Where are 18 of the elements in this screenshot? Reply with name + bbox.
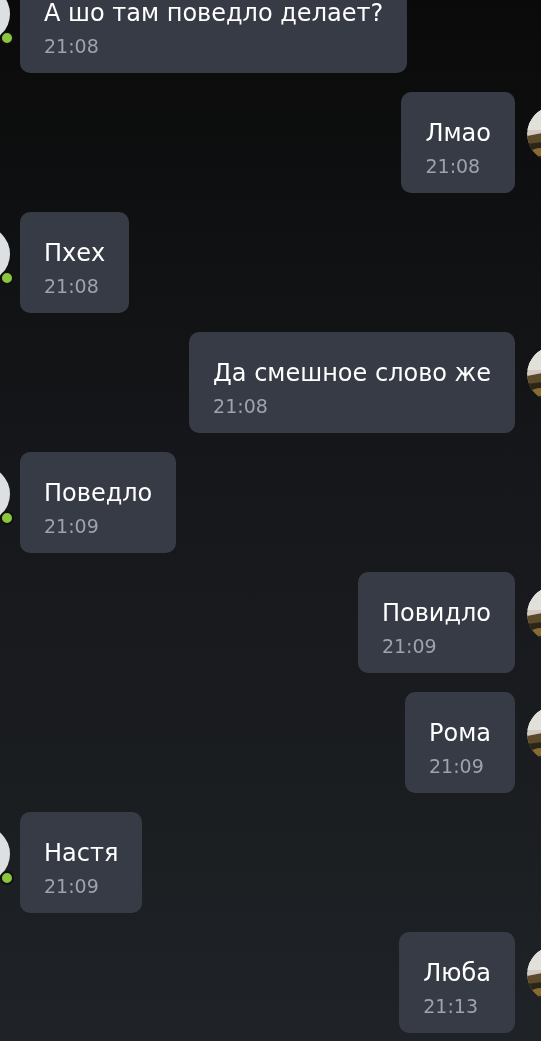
message-text: Настя <box>44 838 119 869</box>
message-time: 21:08 <box>213 394 269 419</box>
message-time: 21:08 <box>44 34 100 59</box>
message-time: 21:09 <box>429 754 485 779</box>
message-text: Рома <box>429 718 491 749</box>
message-time: 21:08 <box>44 274 100 299</box>
message-text: А шо там поведло делает? <box>44 0 384 29</box>
message-time: 21:08 <box>425 154 482 179</box>
message-time: 21:09 <box>44 874 100 899</box>
message-text: Да смешное слово же <box>213 358 491 389</box>
message-time: 21:13 <box>423 994 479 1019</box>
message-time: 21:09 <box>381 634 438 659</box>
message-text: Повидло <box>381 598 491 629</box>
message-text: Пхех <box>44 238 106 269</box>
message-text: Поведло <box>44 478 153 509</box>
message-time: 21:09 <box>44 514 100 539</box>
message-text: Лмао <box>425 118 491 149</box>
message-text: Люба <box>423 958 491 989</box>
